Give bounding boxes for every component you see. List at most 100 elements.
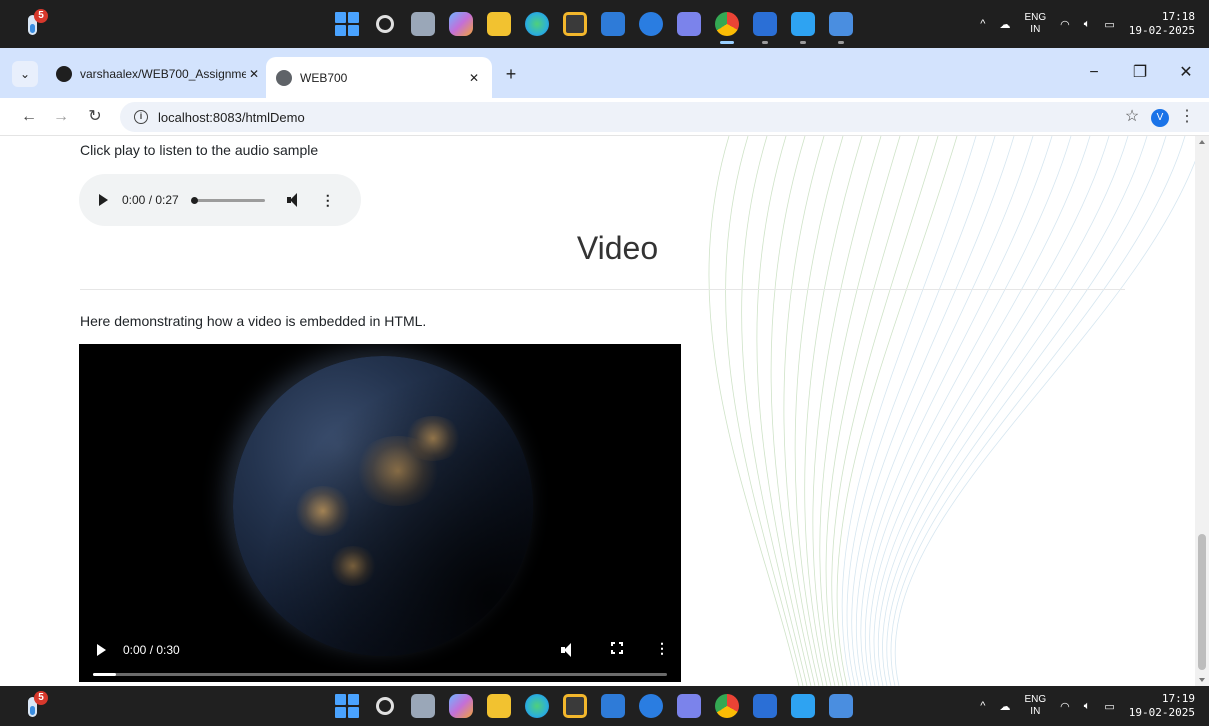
close-window-button[interactable]: ✕ <box>1163 58 1209 88</box>
edge-icon[interactable] <box>525 12 549 36</box>
edge-icon[interactable] <box>525 694 549 718</box>
taskbar-apps <box>335 12 853 44</box>
volume-icon[interactable] <box>561 643 577 657</box>
start-icon[interactable] <box>335 12 359 36</box>
video-caption: Here demonstrating how a video is embedd… <box>80 313 427 329</box>
word-icon[interactable] <box>753 694 777 718</box>
video-progress-fill <box>93 673 116 676</box>
vscode-icon[interactable] <box>791 694 815 718</box>
chevron-up-icon[interactable]: ^ <box>980 700 985 712</box>
browser-menu-button[interactable]: ⋮ <box>1177 104 1197 130</box>
weather-widget[interactable]: 5 <box>22 9 48 37</box>
volume-icon[interactable]: 🔈︎ <box>1084 700 1091 713</box>
bookmark-star-icon[interactable]: ☆ <box>1119 104 1145 130</box>
play-icon[interactable] <box>97 644 106 656</box>
more-options-icon[interactable]: ⋮ <box>655 640 669 657</box>
volume-icon[interactable] <box>286 193 303 207</box>
section-title-text: Video <box>576 230 659 266</box>
video-seek-bar[interactable] <box>93 673 667 676</box>
reload-button[interactable]: ↻ <box>82 104 108 130</box>
forward-button[interactable]: → <box>48 104 74 130</box>
tab-github[interactable]: varshaalex/WEB700_Assignmen ✕ <box>46 57 272 91</box>
lang-code: ENG <box>1024 12 1047 23</box>
support-icon[interactable] <box>639 12 663 36</box>
taskbar-top: 5 ^ ☁ ENG IN ◠ 🔈︎ ▭ 17:18 19-02-2025 <box>0 0 1209 48</box>
photos-icon[interactable] <box>829 12 853 44</box>
audio-time: 0:00 / 0:27 <box>122 193 179 207</box>
copilot-icon[interactable] <box>449 694 473 718</box>
store-icon[interactable] <box>563 12 587 36</box>
task-view-icon[interactable] <box>411 12 435 36</box>
language-indicator[interactable]: ENG IN <box>1024 12 1046 36</box>
notification-badge: 5 <box>34 9 48 23</box>
clock-date: 19-02-2025 <box>1128 24 1195 37</box>
myhp-icon[interactable] <box>601 694 625 718</box>
new-tab-button[interactable]: + <box>498 61 524 87</box>
address-bar[interactable]: i localhost:8083/htmlDemo <box>120 102 1209 132</box>
section-title: Video <box>0 230 1195 267</box>
clock-time: 17:19 <box>1161 692 1195 705</box>
task-view-icon[interactable] <box>411 694 435 718</box>
volume-icon[interactable]: 🔈︎ <box>1084 18 1091 31</box>
teams-icon[interactable] <box>677 694 701 718</box>
browser-window: ⌄ varshaalex/WEB700_Assignmen ✕ WEB700 ✕… <box>0 48 1209 686</box>
fullscreen-icon[interactable] <box>611 642 623 654</box>
onedrive-icon[interactable]: ☁ <box>999 700 1010 713</box>
store-icon[interactable] <box>563 694 587 718</box>
lang-code: ENG <box>1024 694 1047 705</box>
word-icon[interactable] <box>753 12 777 44</box>
start-icon[interactable] <box>335 694 359 718</box>
search-icon[interactable] <box>376 15 394 33</box>
play-icon[interactable] <box>99 194 108 206</box>
chrome-icon[interactable] <box>715 12 739 44</box>
close-icon[interactable]: ✕ <box>466 71 482 85</box>
chrome-icon[interactable] <box>715 694 739 718</box>
site-info-icon[interactable]: i <box>134 110 148 124</box>
file-explorer-icon[interactable] <box>487 12 511 36</box>
scrollbar-thumb[interactable] <box>1198 534 1206 670</box>
search-icon[interactable] <box>376 697 394 715</box>
minimize-button[interactable]: − <box>1071 58 1117 88</box>
onedrive-icon[interactable]: ☁ <box>999 18 1010 31</box>
copilot-icon[interactable] <box>449 12 473 36</box>
profile-avatar[interactable]: V <box>1151 109 1169 127</box>
audio-seek-bar[interactable] <box>190 196 265 204</box>
audio-caption: Click play to listen to the audio sample <box>80 142 319 158</box>
vscode-icon[interactable] <box>791 12 815 44</box>
tab-web700[interactable]: WEB700 ✕ <box>266 57 492 98</box>
file-explorer-icon[interactable] <box>487 694 511 718</box>
clock-date: 19-02-2025 <box>1128 706 1195 719</box>
support-icon[interactable] <box>639 694 663 718</box>
wifi-icon[interactable]: ◠ <box>1060 700 1070 713</box>
lang-region: IN <box>1030 706 1041 717</box>
language-indicator[interactable]: ENG IN <box>1024 694 1046 718</box>
notification-badge: 5 <box>34 691 48 705</box>
weather-widget[interactable]: 5 <box>22 691 48 719</box>
tab-title: varshaalex/WEB700_Assignmen <box>80 67 246 81</box>
tab-strip: ⌄ varshaalex/WEB700_Assignmen ✕ WEB700 ✕… <box>0 48 1209 98</box>
back-button[interactable]: ← <box>16 104 42 130</box>
more-options-icon[interactable]: ⋮ <box>321 192 335 209</box>
browser-toolbar: ← → ↻ i localhost:8083/htmlDemo ☆ V ⋮ <box>0 98 1209 136</box>
scrollbar[interactable] <box>1195 136 1209 686</box>
scroll-down-arrow[interactable] <box>1199 678 1205 682</box>
scroll-up-arrow[interactable] <box>1199 140 1205 144</box>
clock[interactable]: 17:19 19-02-2025 <box>1129 692 1195 720</box>
clock-time: 17:18 <box>1161 10 1195 23</box>
video-time: 0:00 / 0:30 <box>123 643 180 657</box>
chevron-up-icon[interactable]: ^ <box>980 18 985 30</box>
battery-icon[interactable]: ▭ <box>1104 700 1114 713</box>
url-text: localhost:8083/htmlDemo <box>158 109 305 125</box>
clock[interactable]: 17:18 19-02-2025 <box>1129 10 1195 38</box>
video-player[interactable]: 0:00 / 0:30 ⋮ <box>79 344 681 682</box>
wifi-icon[interactable]: ◠ <box>1060 18 1070 31</box>
tab-title: WEB700 <box>300 70 348 85</box>
tab-search-button[interactable]: ⌄ <box>12 61 38 87</box>
restore-button[interactable]: ❐ <box>1117 58 1163 88</box>
teams-icon[interactable] <box>677 12 701 36</box>
battery-icon[interactable]: ▭ <box>1104 18 1114 31</box>
close-icon[interactable]: ✕ <box>246 67 262 81</box>
myhp-icon[interactable] <box>601 12 625 36</box>
audio-player[interactable]: 0:00 / 0:27 ⋮ <box>79 174 361 226</box>
photos-icon[interactable] <box>829 694 853 718</box>
